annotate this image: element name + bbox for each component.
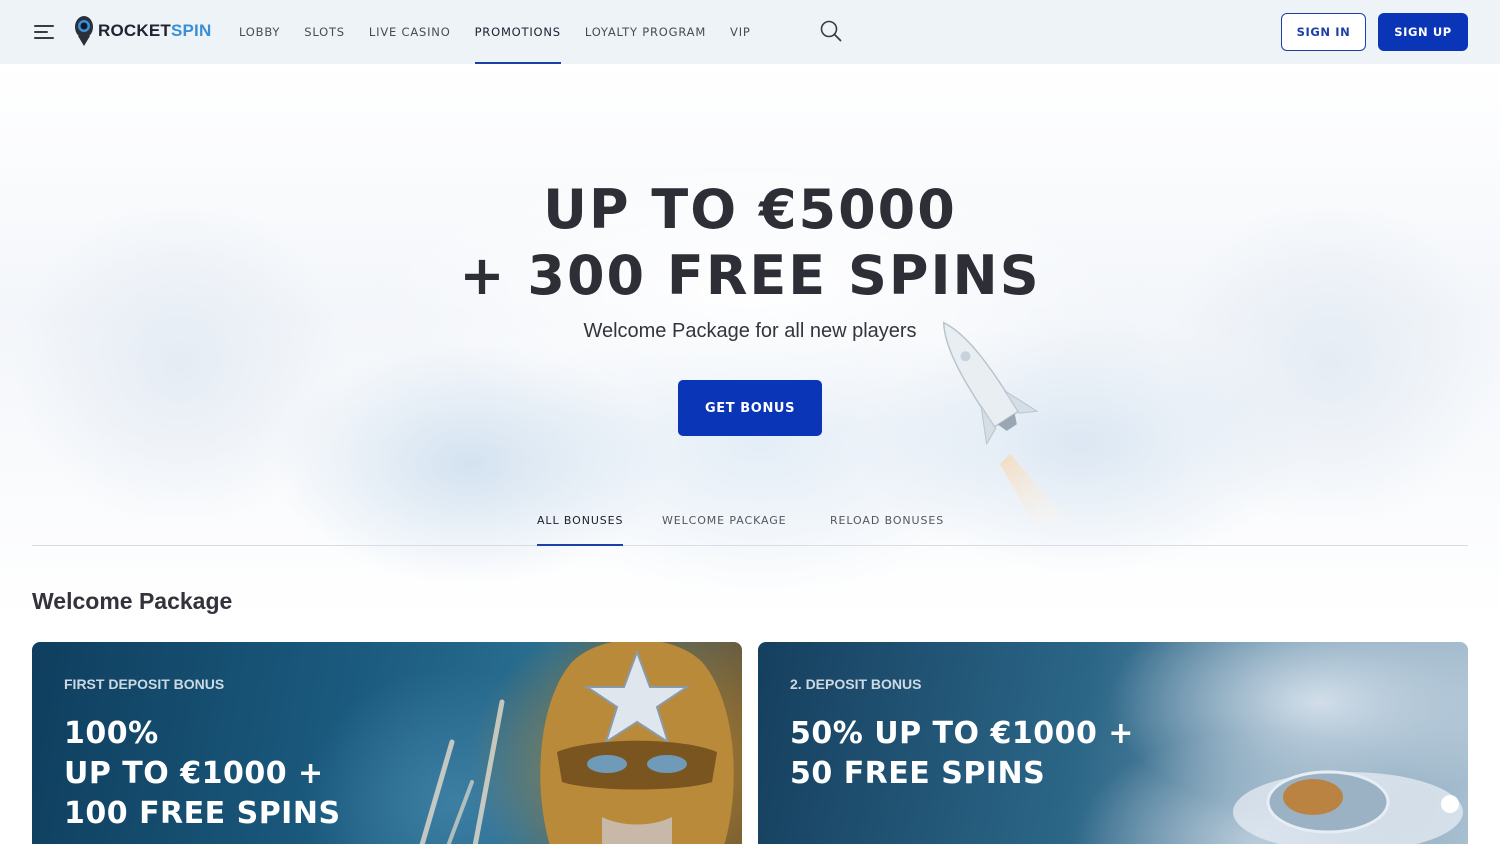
card-headline-line: 100 FREE SPINS [64, 796, 341, 831]
card-headline-line: 50 FREE SPINS [790, 756, 1046, 791]
tab-welcome-package[interactable]: WELCOME PACKAGE [662, 514, 787, 546]
logo[interactable]: ROCKETSPIN [72, 14, 211, 48]
card-headline-line: UP TO €1000 + [64, 756, 324, 791]
logo-text: ROCKETSPIN [98, 21, 212, 40]
card-label: FIRST DEPOSIT BONUS [64, 676, 225, 692]
nav-lobby[interactable]: LOBBY [227, 0, 292, 64]
site-header: ROCKETSPIN LOBBY SLOTS LIVE CASINO PROMO… [0, 0, 1500, 64]
card-headline: 100% UP TO €1000 + 100 FREE SPINS [64, 714, 341, 834]
nav-loyalty-program[interactable]: LOYALTY PROGRAM [573, 0, 718, 64]
nav-promotions[interactable]: PROMOTIONS [463, 0, 573, 64]
sign-in-button[interactable]: SIGN IN [1281, 13, 1366, 51]
get-bonus-button[interactable]: GET BONUS [678, 380, 822, 436]
sign-up-button[interactable]: SIGN UP [1378, 13, 1468, 51]
main-nav: LOBBY SLOTS LIVE CASINO PROMOTIONS LOYAL… [227, 0, 763, 64]
search-icon[interactable] [819, 19, 843, 43]
card-headline-line: 50% UP TO €1000 + [790, 716, 1134, 751]
menu-icon[interactable] [34, 24, 54, 40]
nav-vip[interactable]: VIP [718, 0, 763, 64]
section-title: Welcome Package [32, 588, 233, 614]
bonus-card-second-deposit[interactable]: 2. DEPOSIT BONUS 50% UP TO €1000 + 50 FR… [758, 642, 1468, 844]
hero-title-line-2: + 300 FREE SPINS [459, 244, 1041, 307]
rocket-logo-icon [75, 16, 93, 46]
bonus-card-first-deposit[interactable]: FIRST DEPOSIT BONUS 100% UP TO €1000 + 1… [32, 642, 742, 844]
hero-mask-art [540, 642, 734, 844]
nav-live-casino[interactable]: LIVE CASINO [357, 0, 463, 64]
card-headline: 50% UP TO €1000 + 50 FREE SPINS [790, 714, 1134, 794]
rocket-illustration [942, 321, 1072, 524]
rockets-art [419, 699, 505, 844]
card-headline-line: 100% [64, 716, 159, 751]
hero-title-line-1: UP TO €5000 [543, 178, 957, 241]
tab-reload-bonuses[interactable]: RELOAD BONUSES [830, 514, 944, 546]
nav-slots[interactable]: SLOTS [292, 0, 357, 64]
spaceship-art [1233, 770, 1463, 844]
tab-all-bonuses[interactable]: ALL BONUSES [537, 514, 624, 546]
card-label: 2. DEPOSIT BONUS [790, 676, 922, 692]
hero-subtitle: Welcome Package for all new players [583, 320, 917, 342]
